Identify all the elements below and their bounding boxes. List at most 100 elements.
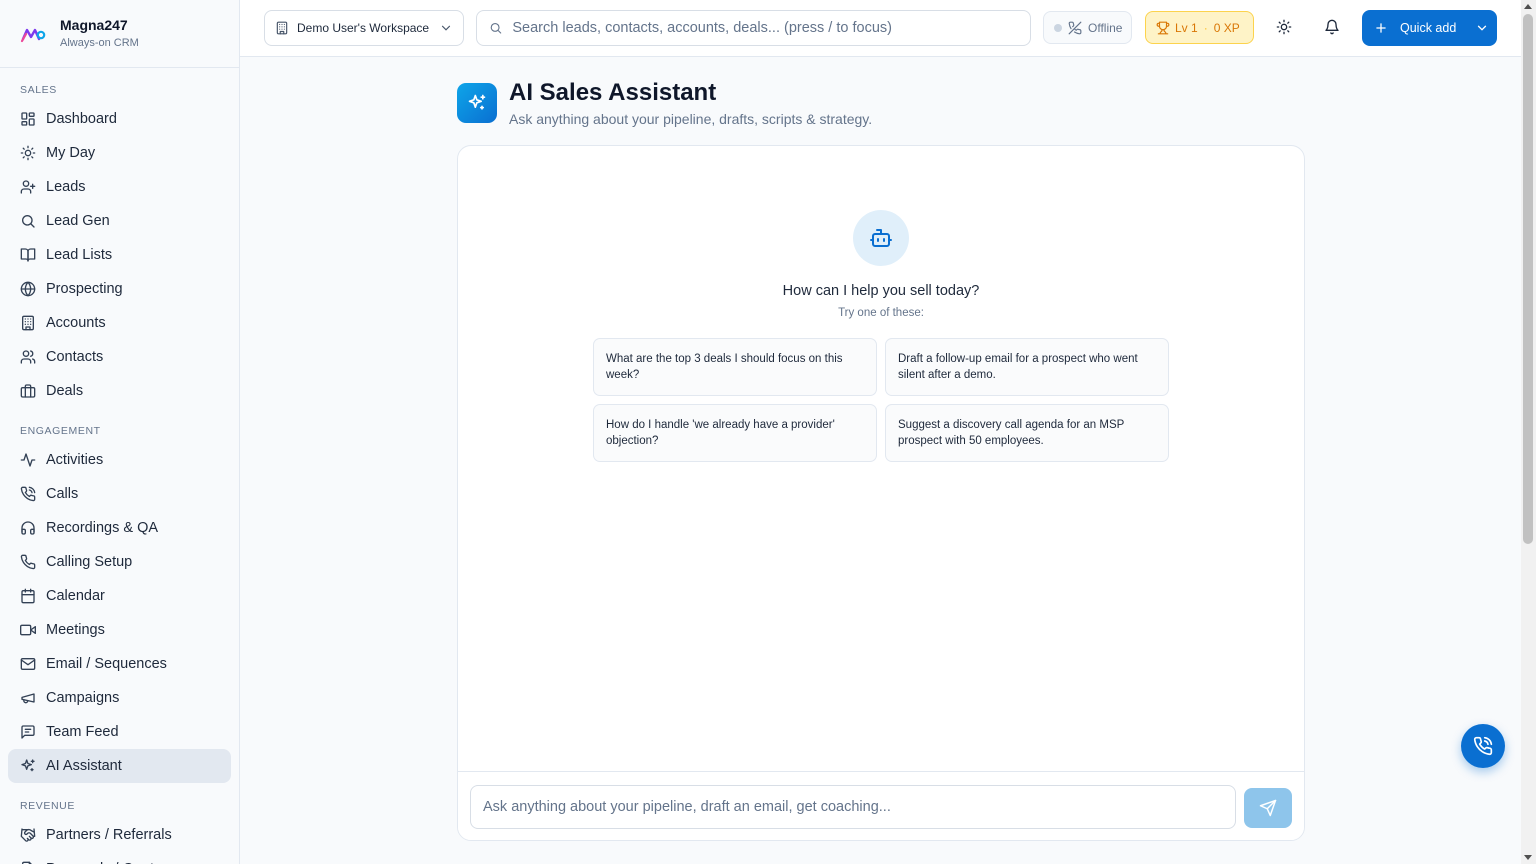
sidebar-item-deals[interactable]: Deals: [8, 374, 231, 408]
workspace-name: Demo User's Workspace: [297, 21, 430, 35]
sidebar-item-ai-assistant[interactable]: AI Assistant: [8, 749, 231, 783]
sidebar-item-contacts[interactable]: Contacts: [8, 340, 231, 374]
suggestion-card[interactable]: Draft a follow-up email for a prospect w…: [885, 338, 1169, 396]
sidebar-item-campaigns[interactable]: Campaigns: [8, 681, 231, 715]
phone-off-icon: [1068, 21, 1082, 34]
sidebar-item-calling-setup[interactable]: Calling Setup: [8, 545, 231, 579]
book-open-icon: [20, 248, 36, 262]
sidebar-item-label: Campaigns: [46, 690, 120, 706]
send-icon: [1259, 799, 1277, 817]
sidebar-item-label: Recordings & QA: [46, 520, 159, 536]
sidebar-item-label: Meetings: [46, 622, 105, 638]
message-square-icon: [21, 725, 35, 739]
sidebar: Magna247 Always-on CRM SALES Dashboard My …: [0, 0, 240, 864]
scroll-up-arrow[interactable]: [1524, 4, 1532, 9]
app-name: Magna247: [60, 17, 128, 33]
sidebar-item-proposals-quotes[interactable]: Proposals / Quotes: [8, 852, 231, 864]
dashboard-icon: [21, 112, 35, 126]
sidebar-item-label: My Day: [46, 145, 96, 161]
suggestion-card[interactable]: What are the top 3 deals I should focus …: [593, 338, 877, 396]
sidebar-item-accounts[interactable]: Accounts: [8, 306, 231, 340]
scroll-down-arrow[interactable]: [1524, 855, 1532, 860]
suggestion-card[interactable]: How do I handle 'we already have a provi…: [593, 404, 877, 462]
sidebar-item-activities[interactable]: Activities: [8, 443, 231, 477]
page-title: AI Sales Assistant: [509, 79, 717, 106]
bot-icon: [853, 210, 909, 266]
nav-section-heading: SALES: [20, 84, 57, 96]
brand[interactable]: Magna247 Always-on CRM: [0, 0, 239, 68]
sidebar-item-calls[interactable]: Calls: [8, 477, 231, 511]
chat-panel: How can I help you sell today? Try one o…: [457, 145, 1305, 841]
sidebar-item-label: Email / Sequences: [46, 656, 167, 672]
send-button[interactable]: [1244, 788, 1292, 828]
sidebar-item-label: Calls: [46, 486, 79, 502]
suggestion-card[interactable]: Suggest a discovery call agenda for an M…: [885, 404, 1169, 462]
building-icon: [276, 21, 288, 35]
sidebar-item-recordings-qa[interactable]: Recordings & QA: [8, 511, 231, 545]
phone-icon: [20, 554, 36, 570]
sidebar-item-partners-referrals[interactable]: Partners / Referrals: [8, 818, 231, 852]
sun-icon: [20, 145, 36, 161]
sparkles-icon: [457, 83, 497, 123]
sidebar-item-label: Deals: [46, 383, 84, 399]
headphones-icon: [21, 521, 35, 535]
quick-add-button[interactable]: Quick add: [1362, 10, 1497, 46]
workspace-switcher[interactable]: Demo User's Workspace: [264, 10, 464, 46]
sidebar-item-prospecting[interactable]: Prospecting: [8, 272, 231, 306]
video-icon: [20, 624, 36, 636]
sidebar-nav: SALES Dashboard My Day Leads Lead Gen Lead Li…: [0, 68, 239, 864]
xp-badge[interactable]: Lv 1 · 0 XP: [1145, 11, 1254, 44]
connection-status[interactable]: Offline: [1043, 11, 1132, 44]
sun-icon: [1276, 19, 1292, 35]
sidebar-item-label: Contacts: [46, 349, 104, 365]
nav-section-heading: ENGAGEMENT: [20, 425, 101, 437]
sidebar-item-team-feed[interactable]: Team Feed: [8, 715, 231, 749]
status-label: Offline: [1088, 20, 1123, 35]
sidebar-item-label: Prospecting: [46, 281, 123, 297]
sidebar-item-label: Calling Setup: [46, 554, 133, 570]
mail-icon: [20, 658, 36, 670]
bell-icon: [1325, 19, 1339, 35]
dialer-fab-button[interactable]: [1461, 724, 1505, 768]
sidebar-item-label: Activities: [46, 452, 104, 468]
page-subtitle: Ask anything about your pipeline, drafts…: [509, 111, 873, 127]
calendar-icon: [21, 588, 35, 604]
user-plus-icon: [20, 180, 36, 194]
search-input[interactable]: [512, 20, 1018, 36]
phone-call-icon: [1473, 736, 1493, 756]
notifications-button[interactable]: [1321, 16, 1343, 38]
sidebar-item-meetings[interactable]: Meetings: [8, 613, 231, 647]
briefcase-icon: [20, 384, 36, 398]
activity-icon: [20, 453, 36, 467]
chat-composer: [458, 771, 1304, 840]
sidebar-item-leads[interactable]: Leads: [8, 170, 231, 204]
xp-label: 0 XP: [1213, 20, 1240, 35]
sidebar-item-label: Partners / Referrals: [46, 827, 172, 843]
theme-toggle-button[interactable]: [1273, 16, 1295, 38]
sidebar-item-dashboard[interactable]: Dashboard: [8, 102, 231, 136]
app-tagline: Always-on CRM: [60, 37, 139, 49]
users-icon: [20, 350, 36, 364]
chat-input[interactable]: [470, 785, 1236, 829]
search-icon: [22, 215, 35, 228]
sparkles-icon: [21, 759, 35, 772]
global-search[interactable]: [476, 10, 1031, 46]
scroll-thumb[interactable]: [1523, 14, 1533, 544]
sidebar-item-my-day[interactable]: My Day: [8, 136, 231, 170]
status-dot: [1054, 23, 1062, 32]
empty-state-title: How can I help you sell today?: [782, 283, 980, 299]
sidebar-item-label: AI Assistant: [46, 758, 122, 774]
plus-icon: [1376, 23, 1386, 33]
sidebar-item-label: Lead Lists: [46, 247, 113, 263]
sidebar-item-calendar[interactable]: Calendar: [8, 579, 231, 613]
sidebar-item-lead-gen[interactable]: Lead Gen: [8, 204, 231, 238]
sidebar-item-label: Accounts: [46, 315, 106, 331]
page-scrollbar[interactable]: [1521, 0, 1536, 864]
sidebar-item-label: Calendar: [46, 588, 105, 604]
separator: ·: [1203, 20, 1208, 35]
search-icon: [490, 22, 502, 34]
sidebar-item-email-sequences[interactable]: Email / Sequences: [8, 647, 231, 681]
handshake-icon: [20, 828, 36, 842]
level-label: Lv 1: [1175, 20, 1198, 35]
sidebar-item-lead-lists[interactable]: Lead Lists: [8, 238, 231, 272]
